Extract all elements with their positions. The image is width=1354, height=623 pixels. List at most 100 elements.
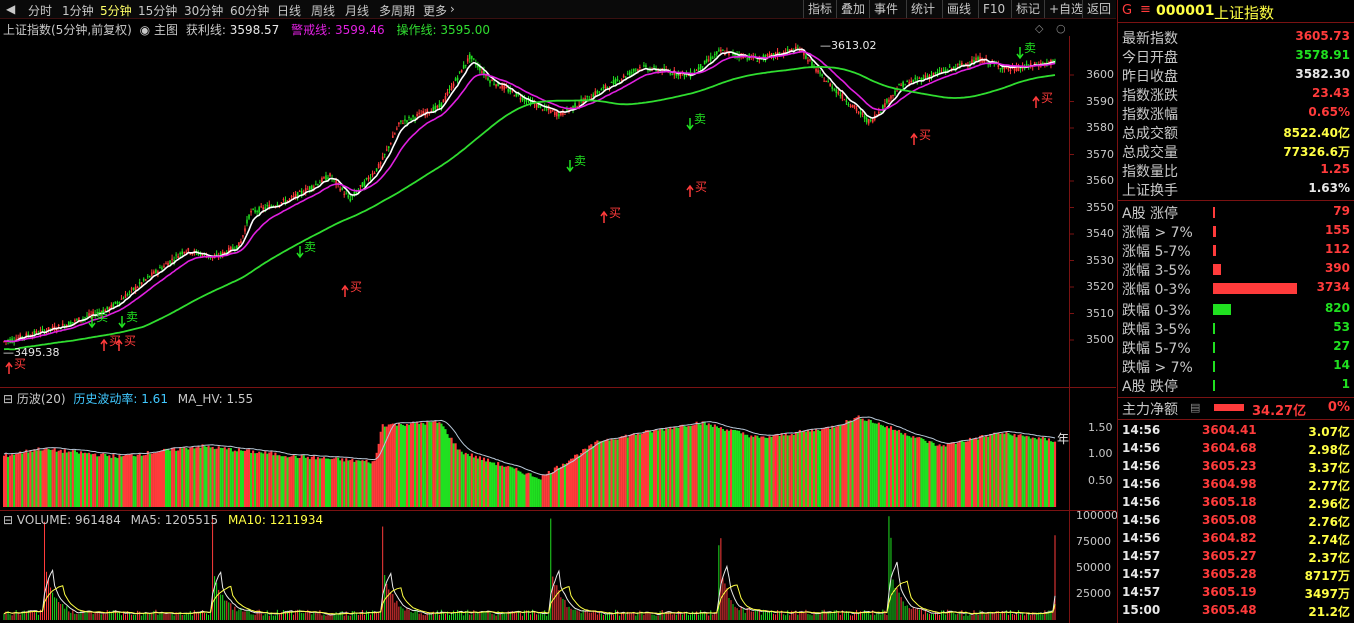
volatility-bar — [547, 470, 550, 507]
candle-body — [841, 93, 844, 99]
candle-body — [632, 68, 635, 72]
candle-body — [250, 210, 252, 213]
candle-body — [173, 260, 175, 262]
volatility-bar — [535, 477, 538, 507]
quote-label: 指数涨跌 — [1122, 88, 1178, 104]
volatility-bar — [687, 425, 690, 507]
volatility-bar — [608, 440, 611, 507]
sell-arrow-icon — [1016, 47, 1024, 60]
buy-signal-label: 买 — [919, 128, 931, 142]
candle-body — [375, 168, 378, 172]
volatility-bar — [456, 449, 459, 507]
volatility-bar — [693, 424, 696, 507]
candle-body — [849, 105, 852, 107]
volatility-bar — [808, 431, 812, 507]
candle-body — [892, 94, 894, 96]
volatility-bar — [124, 455, 127, 507]
volatility-bar — [150, 453, 153, 507]
volatility-bar — [774, 434, 777, 507]
volatility-bar — [740, 433, 743, 507]
volatility-bar — [833, 427, 836, 507]
candle-body — [501, 84, 503, 89]
volatility-bar — [482, 457, 486, 507]
volatility-bar — [55, 451, 58, 507]
volatility-bar — [802, 430, 805, 507]
sell-arrow-icon — [686, 118, 694, 131]
volatility-bar — [667, 428, 670, 507]
candle-body — [697, 67, 700, 70]
list-icon[interactable]: ▤ — [1190, 401, 1200, 414]
volatility-bar — [772, 435, 775, 507]
volatility-bar — [681, 424, 684, 507]
candle-body — [934, 72, 937, 74]
candle-body — [983, 60, 985, 63]
volatility-collapse-icon[interactable]: ⊟ — [3, 392, 13, 406]
volume-collapse-icon[interactable]: ⊟ — [3, 513, 13, 527]
candle-body — [149, 275, 151, 278]
tick-amount: 8717万 — [1304, 569, 1350, 583]
volatility-bar — [732, 429, 735, 507]
candle-body — [713, 54, 716, 56]
volatility-bar — [17, 453, 20, 507]
menu-icon[interactable]: ≡ — [1140, 2, 1151, 17]
volatility-bar — [936, 445, 939, 507]
volatility-bar — [624, 434, 627, 507]
candle-body — [151, 272, 153, 276]
breadth-row: 跌幅 0-3% 820 — [1122, 300, 1350, 319]
volatility-bar — [748, 437, 751, 507]
volatility-bar — [630, 434, 633, 507]
candle-body — [280, 202, 283, 204]
volatility-bar — [167, 449, 170, 507]
candle-body — [835, 89, 838, 94]
volatility-bar — [53, 448, 56, 507]
volatility-bar — [598, 441, 601, 507]
quote-row: 总成交额 8522.40亿 — [1122, 123, 1350, 142]
volume-axis-tick: 25000 — [1076, 587, 1111, 600]
volatility-bar — [628, 435, 631, 507]
volatility-bar — [703, 421, 706, 507]
group-g-icon[interactable]: G — [1122, 3, 1132, 18]
volatility-bar — [1045, 440, 1048, 507]
chart-canvas[interactable]: 卖卖卖卖卖卖买买 买买买买买买 — [0, 0, 1116, 623]
volatility-bar — [294, 455, 297, 507]
volatility-bar — [570, 458, 573, 507]
tick-amount: 2.77亿 — [1308, 479, 1350, 493]
volatility-bar — [721, 428, 724, 507]
volatility-bar — [622, 436, 625, 507]
quote-row: 今日开盘 3578.91 — [1122, 47, 1350, 66]
volatility-bar — [576, 454, 579, 507]
volatility-bar — [187, 449, 190, 507]
volatility-bar — [189, 447, 192, 507]
quote-row: 指数涨跌 23.43 — [1122, 85, 1350, 104]
breadth-row: 涨幅 5-7% 112 — [1122, 241, 1350, 260]
candle-body — [693, 70, 696, 73]
volatility-bar — [839, 425, 842, 507]
volatility-bar — [1017, 434, 1020, 507]
volatility-bar — [713, 424, 716, 507]
volatility-bar — [367, 462, 370, 507]
quote-row: 最新指数 3605.73 — [1122, 28, 1350, 47]
candle-body — [464, 64, 467, 66]
volatility-axis-tick: 1.00 — [1088, 447, 1113, 460]
candle-body — [549, 110, 552, 113]
candle-body — [179, 252, 181, 255]
volatility-bar — [86, 453, 89, 507]
volatility-bar — [503, 466, 506, 507]
candle-body — [298, 190, 301, 192]
volatility-bar — [991, 434, 994, 507]
candle-body — [890, 95, 892, 99]
volume-label: VOLUME: — [16, 513, 72, 527]
candle-body — [853, 105, 856, 108]
candle-body — [146, 276, 149, 278]
volatility-bar — [250, 452, 253, 507]
volatility-bar — [304, 457, 307, 507]
volatility-bar — [393, 423, 396, 507]
breadth-label: 跌幅 > 7% — [1122, 360, 1193, 376]
volatility-bar — [260, 452, 263, 507]
candle-body — [645, 65, 647, 68]
volume-ma10-value: 1211934 — [269, 513, 324, 527]
volatility-title[interactable]: 历波(20) — [17, 392, 66, 406]
volatility-bar — [845, 420, 848, 507]
candle-body — [900, 84, 902, 86]
candle-body — [473, 58, 475, 60]
